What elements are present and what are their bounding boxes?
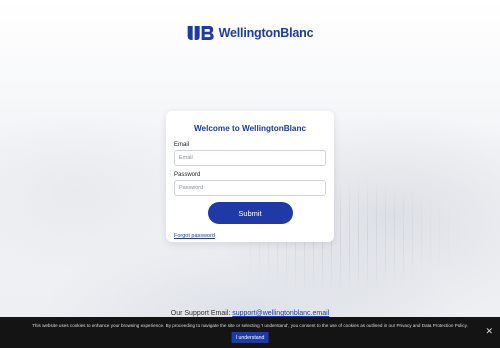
submit-button[interactable]: Submit (207, 202, 293, 224)
support-prefix: Our Support Email: (170, 310, 233, 317)
password-field[interactable] (174, 180, 326, 196)
brand-name: WellingtonBlanc (218, 26, 314, 40)
support-email-link[interactable]: support@wellingtonblanc.email (232, 310, 329, 317)
brand-logo: WellingtonBlanc (187, 25, 314, 41)
i-understand-button[interactable]: I understand (231, 332, 269, 343)
wb-monogram-icon (187, 26, 214, 40)
login-title: Welcome to WellingtonBlanc (193, 124, 307, 133)
email-field[interactable] (174, 150, 326, 166)
password-label: Password (174, 172, 201, 178)
forgot-password-link[interactable]: Forgot password (174, 233, 215, 239)
email-label: Email (174, 142, 190, 148)
close-icon[interactable]: ✕ (485, 327, 493, 336)
cookie-text: This website uses cookies to enhance you… (32, 323, 468, 328)
support-line: Our Support Email: support@wellingtonbla… (0, 310, 500, 317)
cookie-banner: This website uses cookies to enhance you… (0, 317, 500, 348)
login-card: Welcome to WellingtonBlanc Email Passwor… (166, 111, 334, 242)
